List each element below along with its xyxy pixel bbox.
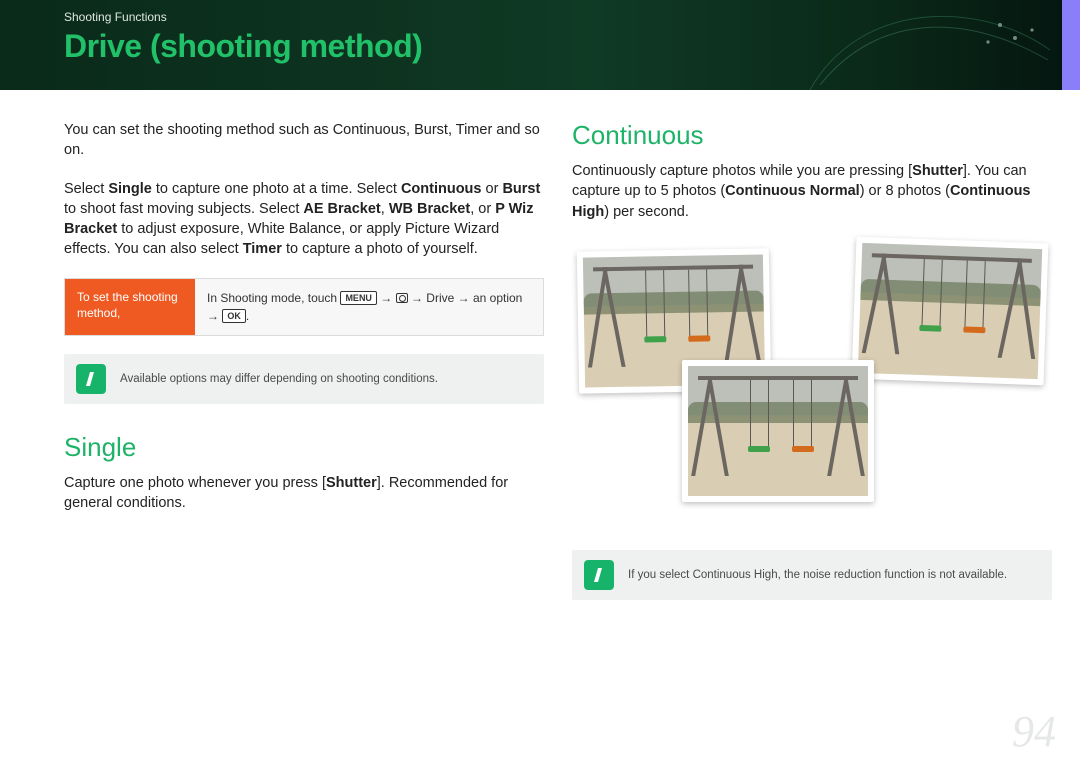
instruction-body: In Shooting mode, touch MENU → → Drive →…	[195, 279, 543, 335]
menu-key-icon: MENU	[340, 291, 377, 305]
left-column: You can set the shooting method such as …	[64, 120, 544, 628]
continuous-heading: Continuous	[572, 120, 1052, 151]
right-column: Continuous Continuously capture photos w…	[572, 120, 1052, 628]
note-text-2: If you select Continuous High, the noise…	[628, 567, 1007, 583]
intro-paragraph-1: You can set the shooting method such as …	[64, 120, 544, 161]
side-tab	[1062, 0, 1080, 90]
continuous-body: Continuously capture photos while you ar…	[572, 161, 1052, 222]
ok-key-icon: OK	[222, 309, 246, 323]
page-header: Shooting Functions Drive (shooting metho…	[0, 0, 1080, 90]
instruction-callout: To set the shooting method, In Shooting …	[64, 278, 544, 336]
content-area: You can set the shooting method such as …	[0, 90, 1080, 628]
sample-photo-stack	[572, 240, 1052, 540]
sample-photo-3	[682, 360, 874, 502]
note-text-1: Available options may differ depending o…	[120, 371, 438, 387]
pen-icon	[584, 560, 614, 590]
pen-icon	[76, 364, 106, 394]
intro-paragraph-2: Select Single to capture one photo at a …	[64, 179, 544, 260]
camera-icon	[396, 293, 408, 303]
sample-photo-2	[852, 237, 1049, 386]
single-body: Capture one photo whenever you press [Sh…	[64, 473, 544, 514]
note-box-1: Available options may differ depending o…	[64, 354, 544, 404]
decorative-swirl	[800, 0, 1060, 90]
instruction-label: To set the shooting method,	[65, 279, 195, 335]
single-heading: Single	[64, 432, 544, 463]
page-number: 94	[1012, 706, 1056, 757]
note-box-2: If you select Continuous High, the noise…	[572, 550, 1052, 600]
